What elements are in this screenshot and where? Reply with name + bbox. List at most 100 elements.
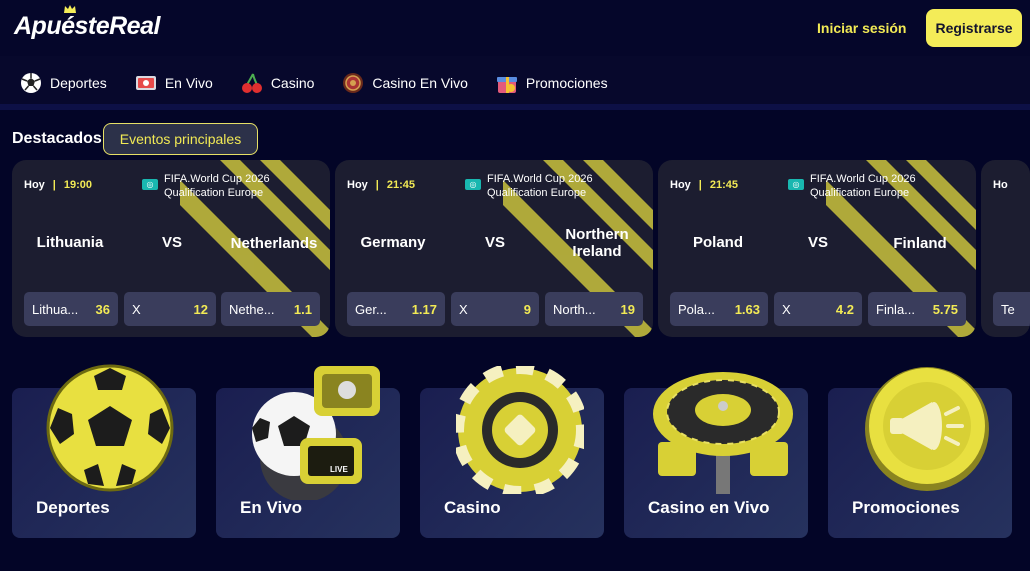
event-clock: 21:45 (386, 179, 415, 191)
event-day: Hoy (24, 179, 45, 191)
event-day: Hoy (347, 179, 368, 191)
league-line1: FIFA.World Cup 2026 (487, 173, 593, 185)
nav-item-label: Casino En Vivo (372, 75, 468, 91)
events-filter-chip[interactable]: Eventos principales (103, 123, 258, 155)
megaphone-icon (865, 367, 989, 491)
nav-item-label: Casino (270, 75, 315, 91)
event-day: Hoy (670, 179, 691, 191)
event-time: Hoy | 19:00 (24, 179, 92, 191)
odd-button-away[interactable]: Finla... 5.75 (868, 292, 966, 326)
category-tile-casino[interactable]: Casino (420, 366, 604, 538)
vs-label: VS (162, 234, 183, 251)
odd-label: Ger... (355, 301, 387, 317)
category-label: Casino en Vivo (648, 498, 770, 517)
cherries-icon (241, 73, 262, 93)
vs-label: VS (808, 234, 829, 251)
nav-item-en-vivo[interactable]: En Vivo (135, 73, 213, 93)
register-button[interactable]: Registrarse (926, 9, 1022, 47)
league-line2: Qualification Europe (487, 187, 587, 199)
live-scoreboard-icon: LIVE (252, 366, 380, 500)
odd-button-home[interactable]: Lithua... 36 (24, 292, 118, 326)
league-line1: FIFA.World Cup 2026 (810, 173, 916, 185)
event-time: Ho (993, 179, 1008, 191)
event-card[interactable]: Hoy | 21:45 ◎ FIFA.World Cup 2026 Qualificat… (658, 160, 976, 337)
event-card[interactable]: Hoy | 21:45 ◎ FIFA.World Cup 2026 Qualificat… (335, 160, 653, 337)
logo-text: ApuésteReal (14, 12, 160, 40)
globe-icon: ◎ (788, 179, 804, 190)
nav-item-casino[interactable]: Casino (241, 72, 315, 94)
event-day: Ho (993, 179, 1008, 191)
nav-item-promociones[interactable]: Promociones (496, 72, 608, 94)
odd-button-away[interactable]: Nethe... 1.1 (221, 292, 320, 326)
category-tile-promociones[interactable]: Promociones (828, 367, 1012, 538)
category-label: En Vivo (240, 498, 303, 517)
nav-item-deportes[interactable]: Deportes (20, 72, 107, 94)
category-tile-deportes[interactable]: Deportes (12, 364, 196, 538)
odd-value: 1.63 (734, 301, 760, 317)
odd-label: North... (553, 301, 596, 317)
league-line2: Qualification Europe (810, 187, 910, 199)
odd-button-home[interactable]: Te (993, 292, 1030, 326)
roulette-wheel-icon (653, 372, 793, 494)
nav-item-label: En Vivo (164, 75, 213, 91)
odd-value: 19 (620, 301, 635, 317)
nav-item-label: Deportes (50, 75, 107, 91)
odd-label: Te (1001, 301, 1015, 317)
odd-label: X (132, 301, 141, 317)
nav-item-casino-en-vivo[interactable]: Casino En Vivo (342, 72, 468, 94)
soccer-ball-icon (21, 73, 41, 93)
event-time: Hoy | 21:45 (347, 179, 415, 191)
event-league: ◎ FIFA.World Cup 2026 Qualification Europe (788, 172, 916, 200)
odd-value: 1.17 (411, 301, 437, 317)
odd-button-draw[interactable]: X 4.2 (774, 292, 862, 326)
main-nav: Deportes En Vivo Casino Casino En Vivo P… (0, 60, 1030, 106)
svg-text:LIVE: LIVE (330, 465, 348, 474)
odd-value: 5.75 (932, 301, 958, 317)
odd-value: 12 (193, 301, 208, 317)
odd-button-away[interactable]: North... 19 (545, 292, 643, 326)
odd-button-draw[interactable]: X 12 (124, 292, 216, 326)
vs-label: VS (485, 234, 506, 251)
globe-icon: ◎ (465, 179, 481, 190)
soccer-ball-icon (46, 364, 174, 492)
event-time: Hoy | 21:45 (670, 179, 738, 191)
logo[interactable]: ApuésteReal (14, 5, 160, 41)
odd-button-home[interactable]: Pola... 1.63 (670, 292, 768, 326)
away-team: Finland (893, 235, 947, 252)
event-card[interactable]: Hoy | 19:00 ◎ FIFA.World Cup 2026 Qualificat… (12, 160, 330, 337)
live-tv-icon (135, 76, 156, 90)
home-team: Lithuania (36, 234, 104, 251)
league-line2: Qualification Europe (164, 187, 264, 199)
away-team: Northern Ireland (565, 226, 629, 260)
casino-chip-icon (456, 366, 584, 494)
odd-value: 1.1 (293, 301, 312, 317)
category-label: Promociones (852, 498, 960, 517)
login-link[interactable]: Iniciar sesión (817, 20, 906, 36)
crown-icon (64, 5, 76, 13)
category-label: Casino (444, 498, 501, 517)
roulette-icon (343, 73, 364, 93)
event-league: ◎ FIFA.World Cup 2026 Qualification Europe (465, 172, 593, 200)
featured-title: Destacados (12, 130, 102, 147)
odd-button-home[interactable]: Ger... 1.17 (347, 292, 445, 326)
event-card[interactable]: Ho Te (981, 160, 1030, 337)
nav-item-label: Promociones (525, 75, 608, 91)
odd-label: Nethe... (229, 301, 275, 317)
league-line1: FIFA.World Cup 2026 (164, 173, 270, 185)
odd-label: X (459, 301, 468, 317)
category-tile-casino-en-vivo[interactable]: Casino en Vivo (624, 372, 808, 538)
odd-value: 9 (523, 301, 531, 317)
home-team: Poland (692, 234, 743, 251)
odd-label: Lithua... (32, 301, 79, 317)
away-team: Netherlands (230, 235, 318, 252)
odd-value: 4.2 (835, 301, 854, 317)
odd-value: 36 (95, 301, 110, 317)
home-team: Germany (360, 234, 426, 251)
event-clock: 19:00 (63, 179, 92, 191)
header: ApuésteReal Iniciar sesión Registrarse (0, 0, 1030, 56)
odd-label: Pola... (678, 301, 715, 317)
odd-button-draw[interactable]: X9 (451, 292, 539, 326)
odd-label: Finla... (876, 301, 916, 317)
odd-label: X (782, 301, 791, 317)
category-tile-en-vivo[interactable]: LIVE En Vivo (216, 366, 400, 538)
